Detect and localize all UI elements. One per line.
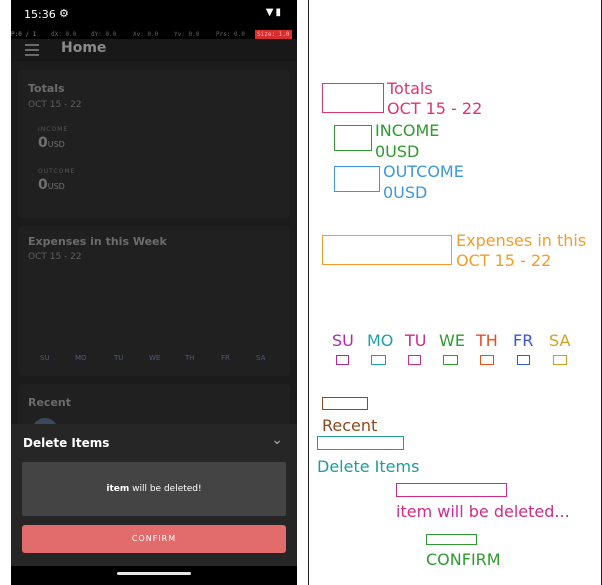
debug-xv: Xv: 0.0 [133,31,159,38]
delete-message: item will be deleted! [22,462,286,516]
message-text: will be deleted! [129,484,202,494]
confirm-button[interactable]: CONFIRM [22,525,286,553]
debug-dx: dX: 0.0 [51,31,77,38]
annot-expenses: Expenses in this [456,231,587,250]
day-label-we: WE [149,354,161,362]
income-label: INCOME [38,126,69,133]
totals-title: Totals [28,82,65,95]
annot-outcome-box [334,166,380,192]
annot-day-tu: TU [405,331,427,350]
annot-message-box [396,483,507,497]
debug-prs: Prs: 0.0 [216,31,245,38]
annot-day-sa: SA [549,331,571,350]
annot-delete-items: Delete Items [317,457,420,476]
annot-day-tu-box [408,355,421,365]
totals-card[interactable]: Totals OCT 15 - 22 INCOME 0USD OUTCOME 0… [18,70,290,218]
chevron-down-icon[interactable]: ⌄ [271,432,283,448]
pointer-debug-bar: P:0 / 1 dX: 0.0 dY: 0.0 Xv: 0.0 Yv: 0.0 … [11,30,297,39]
annotation-panel: Totals OCT 15 - 22 INCOME 0USD OUTCOME 0… [308,0,602,585]
expenses-date-range: OCT 15 - 22 [28,252,82,262]
annot-day-fr: FR [513,331,534,350]
debug-pointer: P:0 / 1 [11,31,37,38]
recent-title: Recent [28,396,72,409]
annot-delete-box [317,436,404,450]
income-amount: 0USD [38,135,65,151]
phone-screen: 15:36 ⚙ ▼▮ P:0 / 1 dX: 0.0 dY: 0.0 Xv: 0… [11,0,297,585]
annot-day-we-box [443,355,458,365]
annot-day-mo-box [371,355,386,365]
app-bar: Home [11,39,297,61]
hamburger-menu-icon[interactable] [25,44,39,59]
day-label-fr: FR [221,354,230,362]
annot-expenses-box [322,235,452,265]
status-bar: 15:36 ⚙ ▼▮ [11,0,297,30]
home-indicator[interactable] [117,572,191,575]
outcome-label: OUTCOME [38,168,76,175]
annot-expenses-date: OCT 15 - 22 [456,251,552,270]
navigation-bar [11,566,297,585]
day-label-su: SU [40,354,50,362]
annot-totals: Totals [387,79,433,98]
day-label-tu: TU [114,354,124,362]
annot-outcome: OUTCOME [383,162,464,181]
expenses-title: Expenses in this Week [28,235,167,248]
annot-totals-date: OCT 15 - 22 [387,99,483,118]
annot-income: INCOME [375,121,440,140]
annot-totals-box [322,83,384,113]
debug-yv: Yv: 0.0 [174,31,200,38]
annot-recent: Recent [322,416,378,435]
annot-confirm-box [426,534,477,545]
annot-outcome-value: 0USD [383,183,428,202]
annot-message: item will be deleted... [396,502,570,521]
delete-items-sheet: Delete Items ⌄ item will be deleted! CON… [11,424,297,585]
annot-day-su: SU [332,331,354,350]
annot-income-box [334,125,372,151]
settings-gear-icon: ⚙ [59,7,69,20]
sheet-title: Delete Items [23,436,110,450]
day-label-sa: SA [256,354,266,362]
annot-confirm: CONFIRM [426,550,501,569]
page-title: Home [61,40,107,56]
outcome-amount: 0USD [38,177,65,193]
message-item-name: item [106,484,130,494]
wifi-battery-icon: ▼▮ [265,7,283,18]
debug-size: Size: 1.0 [255,30,292,39]
outcome-currency: USD [47,182,65,191]
day-label-th: TH [185,354,195,362]
totals-date-range: OCT 15 - 22 [28,100,82,110]
annot-day-mo: MO [367,331,394,350]
annot-recent-box [322,397,368,410]
annot-day-sa-box [553,355,567,365]
day-label-mo: MO [75,354,87,362]
annot-day-th: TH [476,331,498,350]
income-currency: USD [47,140,65,149]
status-time: 15:36 [24,8,56,21]
annot-day-we: WE [439,331,465,350]
annot-income-value: 0USD [375,142,420,161]
annot-day-fr-box [517,355,530,365]
annot-day-su-box [336,355,349,365]
annot-day-th-box [480,355,494,365]
debug-dy: dY: 0.0 [91,31,117,38]
